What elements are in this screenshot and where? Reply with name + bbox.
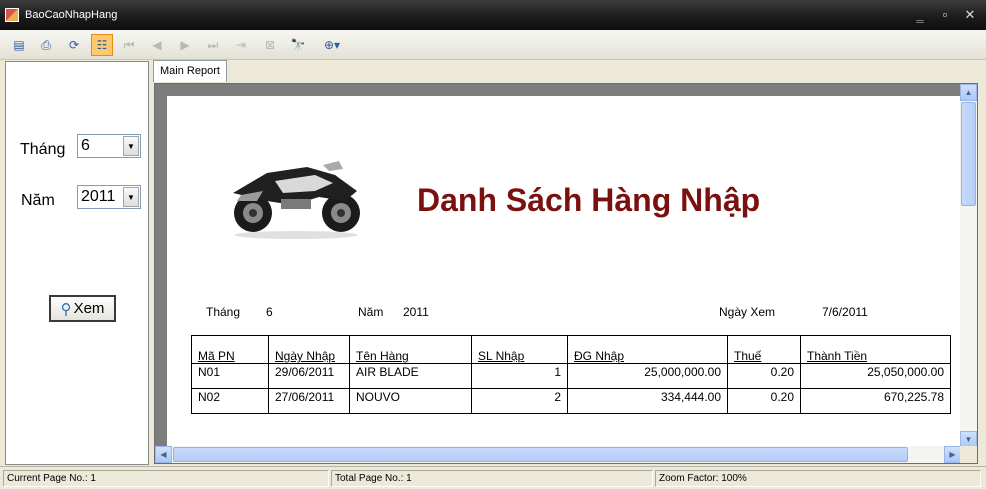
cell-thue: 0.20 xyxy=(727,388,801,414)
table-header-row: Mã PN Ngày Nhập Tên Hàng SL Nhập ĐG Nhập… xyxy=(191,335,951,364)
chevron-down-icon[interactable]: ▼ xyxy=(123,136,139,156)
refresh-icon[interactable]: ⟳ xyxy=(63,34,85,56)
report-year-value: 2011 xyxy=(403,305,429,319)
cell-ten-hang: AIR BLADE xyxy=(349,363,472,389)
chevron-down-icon[interactable]: ▼ xyxy=(123,187,139,207)
report-toolbar: ▤ ⎙ ⟳ ☷ ⏮ ◀ ▶ ⏭ ⇥ ⊠ 🔭 ⊕▾ xyxy=(0,30,986,60)
title-bar: BaoCaoNhapHang ‗ ▫ ✕ xyxy=(0,0,986,30)
print-icon[interactable]: ⎙ xyxy=(35,34,57,56)
current-page-status: Current Page No.: 1 xyxy=(3,470,329,487)
scroll-up-icon[interactable]: ▲ xyxy=(960,84,977,101)
cell-thanh-tien: 25,050,000.00 xyxy=(800,363,951,389)
cell-thue: 0.20 xyxy=(727,363,801,389)
col-header-thue: Thuế xyxy=(727,335,801,364)
col-header-thanh-tien: Thành Tiền xyxy=(800,335,951,364)
first-page-icon[interactable]: ⏮ xyxy=(118,34,140,56)
cell-ma-pn: N02 xyxy=(191,388,269,414)
export-icon[interactable]: ▤ xyxy=(8,34,30,56)
last-page-icon[interactable]: ⏭ xyxy=(202,34,224,56)
year-select-value: 2011 xyxy=(81,188,116,205)
cell-ma-pn: N01 xyxy=(191,363,269,389)
cell-dg-nhap: 334,444.00 xyxy=(567,388,728,414)
horizontal-scroll-thumb[interactable] xyxy=(173,447,908,462)
cell-dg-nhap: 25,000,000.00 xyxy=(567,363,728,389)
tab-main-report[interactable]: Main Report xyxy=(153,60,227,82)
next-page-icon[interactable]: ▶ xyxy=(174,34,196,56)
col-header-ma-pn: Mã PN xyxy=(191,335,269,364)
import-table: Mã PN Ngày Nhập Tên Hàng SL Nhập ĐG Nhập… xyxy=(191,335,951,414)
search-icon: ⚲ xyxy=(60,300,72,318)
table-row: N01 29/06/2011 AIR BLADE 1 25,000,000.00… xyxy=(191,363,951,389)
cell-thanh-tien: 670,225.78 xyxy=(800,388,951,414)
motorcycle-image xyxy=(233,161,360,239)
find-icon[interactable]: 🔭 xyxy=(287,34,309,56)
total-page-status: Total Page No.: 1 xyxy=(331,470,653,487)
vertical-scroll-thumb[interactable] xyxy=(961,102,976,206)
prev-page-icon[interactable]: ◀ xyxy=(146,34,168,56)
report-viewer: Danh Sách Hàng Nhập Tháng 6 Năm 2011 Ngà… xyxy=(154,83,978,464)
goto-page-icon[interactable]: ⇥ xyxy=(230,34,252,56)
cell-ngay-nhap: 29/06/2011 xyxy=(268,363,350,389)
status-bar: Current Page No.: 1 Total Page No.: 1 Zo… xyxy=(0,466,986,489)
zoom-status: Zoom Factor: 100% xyxy=(655,470,981,487)
month-select[interactable]: 6 ▼ xyxy=(77,134,141,158)
close-icon[interactable]: ✕ xyxy=(962,8,978,22)
scroll-left-icon[interactable]: ◀ xyxy=(155,446,172,463)
table-row: N02 27/06/2011 NOUVO 2 334,444.00 0.20 6… xyxy=(191,388,951,414)
cell-ten-hang: NOUVO xyxy=(349,388,472,414)
year-label: Năm xyxy=(21,192,55,209)
col-header-sl-nhap: SL Nhập xyxy=(471,335,568,364)
cell-sl-nhap: 1 xyxy=(471,363,568,389)
report-title: Danh Sách Hàng Nhập xyxy=(417,182,761,218)
group-tree-icon[interactable]: ☷ xyxy=(91,34,113,56)
report-page: Danh Sách Hàng Nhập Tháng 6 Năm 2011 Ngà… xyxy=(167,96,967,456)
month-select-value: 6 xyxy=(81,137,90,154)
report-year-label: Năm xyxy=(358,305,384,319)
view-button-label: Xem xyxy=(73,300,105,317)
col-header-ngay-nhap: Ngày Nhập xyxy=(268,335,350,364)
zoom-icon[interactable]: ⊕▾ xyxy=(317,34,347,56)
report-month-value: 6 xyxy=(266,305,273,319)
col-header-dg-nhap: ĐG Nhập xyxy=(567,335,728,364)
year-select[interactable]: 2011 ▼ xyxy=(77,185,141,209)
month-label: Tháng xyxy=(20,141,66,158)
app-icon xyxy=(5,8,19,22)
minimize-icon[interactable]: ‗ xyxy=(912,8,928,22)
view-button[interactable]: ⚲ Xem xyxy=(49,295,116,322)
view-date-label: Ngày Xem xyxy=(719,305,776,319)
scroll-corner xyxy=(960,446,977,463)
vertical-scrollbar[interactable]: ▲ ▼ xyxy=(960,84,977,448)
cell-ngay-nhap: 27/06/2011 xyxy=(268,388,350,414)
filter-panel: Tháng 6 ▼ Năm 2011 ▼ ⚲ Xem xyxy=(5,61,149,465)
window-title: BaoCaoNhapHang xyxy=(25,9,118,21)
scroll-right-icon[interactable]: ▶ xyxy=(944,446,961,463)
report-month-label: Tháng xyxy=(206,305,241,319)
cell-sl-nhap: 2 xyxy=(471,388,568,414)
col-header-ten-hang: Tên Hàng xyxy=(349,335,472,364)
stop-icon[interactable]: ⊠ xyxy=(259,34,281,56)
horizontal-scrollbar[interactable]: ◀ ▶ xyxy=(155,446,961,463)
maximize-icon[interactable]: ▫ xyxy=(937,8,953,22)
view-date-value: 7/6/2011 xyxy=(822,305,868,319)
